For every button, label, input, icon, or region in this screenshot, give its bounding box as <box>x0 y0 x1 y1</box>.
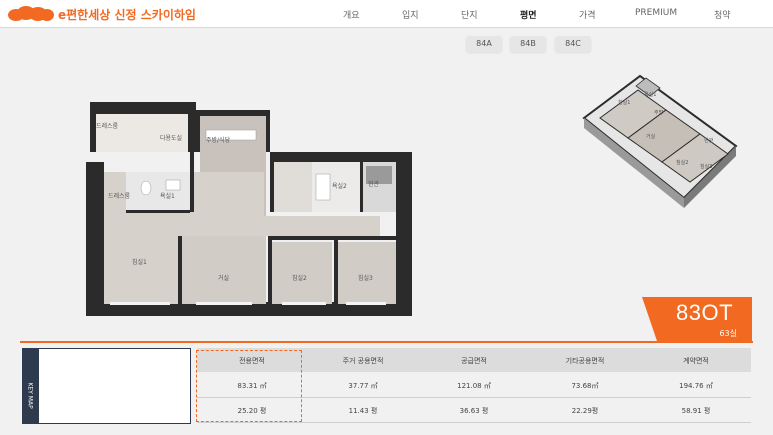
table-cell: 11.43 평 <box>348 407 378 415</box>
room-label: 현관 <box>368 180 380 188</box>
type-banner-notch <box>642 297 657 341</box>
iso-label: 거실 <box>646 133 656 140</box>
room-label: 침실1 <box>132 258 147 266</box>
room-label: 침실2 <box>292 274 307 282</box>
nav-item-price[interactable]: 가격 <box>579 8 596 21</box>
header-residential-common-area: 주거 공용면적 <box>342 357 384 365</box>
room-label: 다용도실 <box>160 134 182 142</box>
table-cell: 194.76 ㎡ <box>679 382 713 390</box>
nav-item-location[interactable]: 입지 <box>402 8 419 21</box>
table-cell: 22.29평 <box>571 407 599 415</box>
header-other-common-area: 기타공용면적 <box>565 357 605 365</box>
header-supply-area: 공급면적 <box>461 357 487 365</box>
room-label: 드레스룸 <box>96 122 119 130</box>
row-divider <box>197 422 751 423</box>
room-label: 드레스룸 <box>108 192 131 200</box>
tab-84b[interactable]: 84B <box>510 36 546 52</box>
room-label: 욕실2 <box>332 182 347 190</box>
nav-item-overview[interactable]: 개요 <box>343 8 360 21</box>
nav-item-premium[interactable]: PREMIUM <box>635 8 677 18</box>
isometric-3d-floorplan: 침실1 욕실1 주방 거실 침실2 침실3 현관 <box>582 74 738 208</box>
room-label: 욕실1 <box>160 192 175 200</box>
cloud-logo-icon[interactable] <box>8 6 54 22</box>
room-label: 거실 <box>218 274 229 282</box>
iso-label: 욕실1 <box>644 91 656 98</box>
brand-title[interactable]: e편한세상 신정 스카이하임 <box>58 6 196 23</box>
table-cell: 58.91 평 <box>681 407 711 415</box>
room-label: 주방/식당 <box>206 136 231 144</box>
iso-label: 현관 <box>704 137 714 144</box>
iso-label: 주방 <box>654 109 664 116</box>
table-cell: 121.08 ㎡ <box>457 382 491 390</box>
table-cell: 36.63 평 <box>459 407 489 415</box>
type-name: 83OT <box>675 300 734 325</box>
nav-item-floorplan[interactable]: 평면 <box>520 8 537 21</box>
nav-item-complex[interactable]: 단지 <box>461 8 478 21</box>
tab-84c[interactable]: 84C <box>555 36 591 52</box>
nav-item-subscription[interactable]: 청약 <box>714 8 731 21</box>
keymap-label: KEY MAP <box>26 382 34 409</box>
floor-plan-image: 드레스룸 다용도실 주방/식당 욕실1 드레스룸 욕실2 현관 침실1 거실 침… <box>86 102 412 316</box>
divider-line <box>20 341 753 343</box>
room-label: 침실3 <box>358 274 373 282</box>
keymap-panel <box>38 348 191 424</box>
top-navigation-bar: e편한세상 신정 스카이하임 개요 입지 단지 평면 가격 PREMIUM 청약 <box>0 0 773 28</box>
tab-84a[interactable]: 84A <box>466 36 502 52</box>
table-cell: 37.77 ㎡ <box>348 382 378 390</box>
exclusive-area-highlight <box>196 350 302 422</box>
iso-label: 침실2 <box>676 159 688 166</box>
iso-label: 침실1 <box>618 99 630 106</box>
type-unit-count: 63실 <box>719 329 737 338</box>
iso-label: 침실3 <box>700 163 712 170</box>
type-banner: 83OT 63실 <box>657 297 752 341</box>
table-cell: 73.68㎡ <box>571 382 599 390</box>
header-contract-area: 계약면적 <box>683 357 709 365</box>
